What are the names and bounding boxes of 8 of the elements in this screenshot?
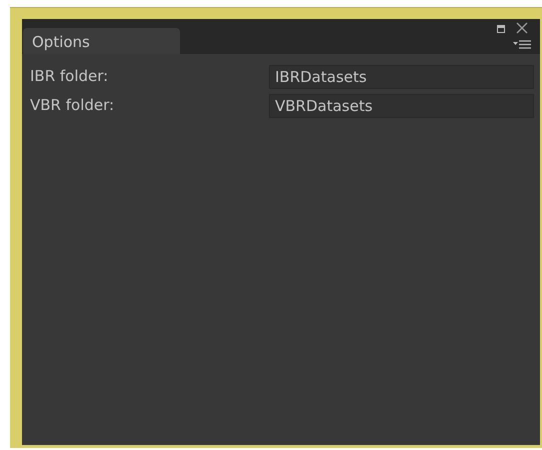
- close-icon[interactable]: [516, 22, 528, 34]
- field-label: IBR folder:: [30, 66, 110, 88]
- menu-icon[interactable]: [513, 40, 531, 49]
- maximize-icon[interactable]: [497, 25, 505, 33]
- options-tab[interactable]: Options: [23, 28, 180, 54]
- folder-field[interactable]: VBRDatasets: [269, 94, 534, 118]
- folder-field[interactable]: IBRDatasets: [269, 64, 534, 88]
- field-label: VBR folder:: [30, 95, 116, 116]
